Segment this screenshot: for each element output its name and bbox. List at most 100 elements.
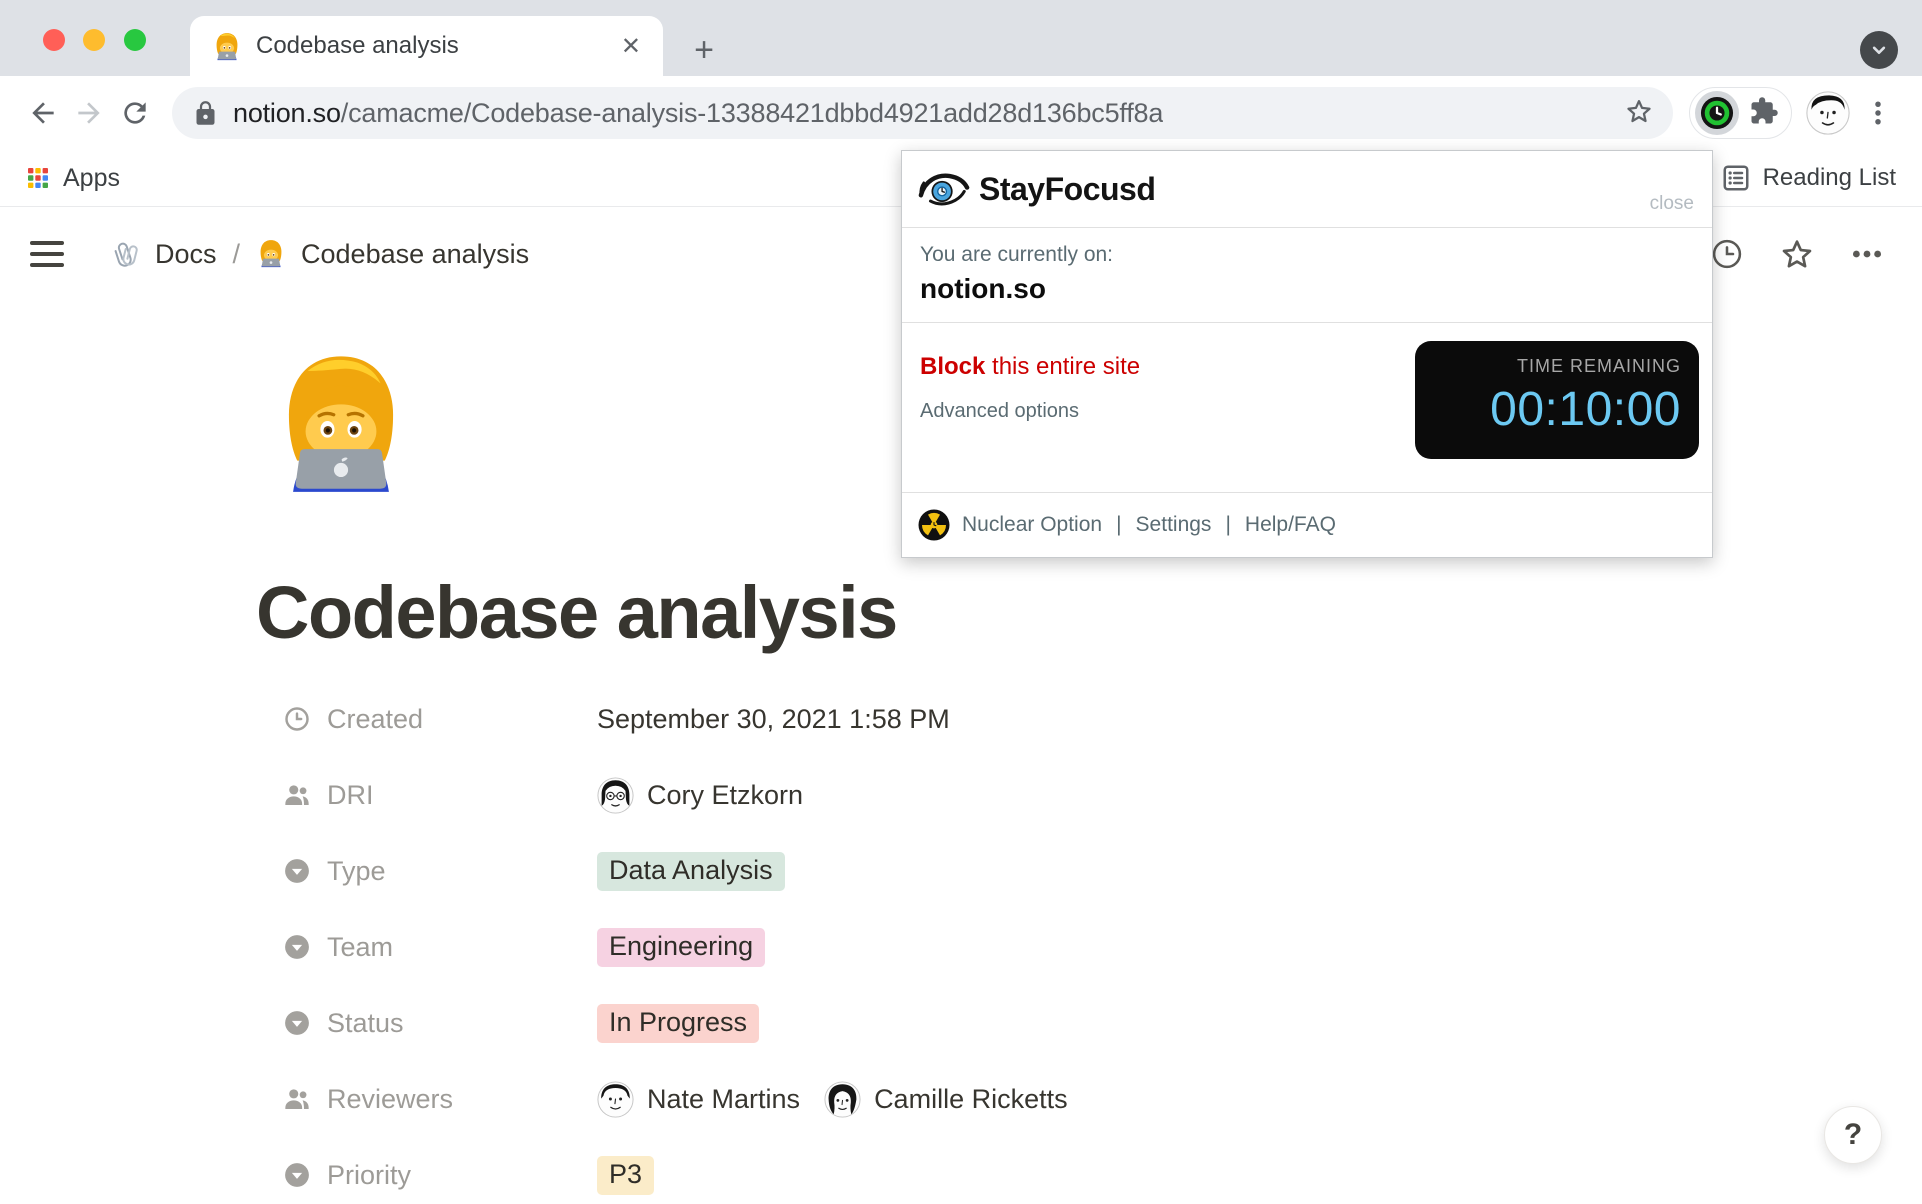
page-icon-woman-technologist[interactable] bbox=[266, 346, 416, 496]
nuclear-option-icon bbox=[918, 509, 950, 541]
person-name: Cory Etzkorn bbox=[647, 780, 803, 811]
apps-grid-icon bbox=[26, 166, 50, 190]
woman-technologist-icon bbox=[256, 238, 288, 270]
tag-engineering: Engineering bbox=[597, 928, 765, 967]
apps-shortcut[interactable]: Apps bbox=[26, 164, 120, 193]
select-icon bbox=[283, 857, 311, 885]
favorite-page-button[interactable] bbox=[1776, 233, 1818, 275]
help-faq-link[interactable]: Help/FAQ bbox=[1245, 513, 1336, 537]
block-section: Block this entire site Advanced options … bbox=[902, 323, 1712, 492]
reading-list-icon bbox=[1721, 163, 1751, 193]
browser-tab[interactable]: Codebase analysis ✕ bbox=[190, 16, 663, 76]
person-icon bbox=[283, 781, 311, 809]
property-row-team[interactable]: Team Engineering bbox=[283, 909, 1922, 985]
footer-separator: | bbox=[1225, 513, 1230, 537]
browser-menu-button[interactable] bbox=[1858, 90, 1898, 136]
new-tab-button[interactable]: + bbox=[684, 30, 724, 70]
time-remaining-label: TIME REMAINING bbox=[1433, 356, 1681, 377]
property-value[interactable]: Engineering bbox=[597, 928, 765, 967]
property-row-reviewers[interactable]: Reviewers Nate Martins bbox=[283, 1061, 1922, 1137]
property-value[interactable]: In Progress bbox=[597, 1004, 759, 1043]
popup-header: StayFocusd close bbox=[902, 151, 1712, 227]
property-row-status[interactable]: Status In Progress bbox=[283, 985, 1922, 1061]
tag-in-progress: In Progress bbox=[597, 1004, 759, 1043]
macos-minimize-button[interactable] bbox=[83, 29, 105, 51]
avatar-nate-martins bbox=[597, 1081, 634, 1118]
properties-list: Created September 30, 2021 1:58 PM DRI bbox=[283, 681, 1922, 1204]
property-row-dri[interactable]: DRI Cory Etzkorn bbox=[283, 757, 1922, 833]
select-icon bbox=[283, 933, 311, 961]
url-domain: notion.so bbox=[233, 98, 341, 128]
property-label: Priority bbox=[327, 1160, 597, 1191]
reload-icon bbox=[119, 97, 151, 129]
settings-link[interactable]: Settings bbox=[1136, 513, 1212, 537]
currently-on-label: You are currently on: bbox=[920, 243, 1694, 267]
property-label: Created bbox=[327, 704, 597, 735]
popup-close-link[interactable]: close bbox=[1650, 193, 1694, 227]
macos-zoom-button[interactable] bbox=[124, 29, 146, 51]
tab-search-chevron-button[interactable] bbox=[1860, 31, 1898, 69]
popup-footer: Nuclear Option | Settings | Help/FAQ bbox=[902, 493, 1712, 557]
block-rest: this entire site bbox=[985, 353, 1140, 380]
sidebar-toggle-button[interactable] bbox=[30, 241, 64, 267]
time-remaining-box: TIME REMAINING 00:10:00 bbox=[1415, 341, 1699, 459]
address-bar[interactable]: notion.so/camacme/Codebase-analysis-1338… bbox=[172, 87, 1673, 139]
macos-close-button[interactable] bbox=[43, 29, 65, 51]
avatar-camille-ricketts bbox=[824, 1081, 861, 1118]
kebab-menu-icon bbox=[1863, 98, 1893, 128]
lock-icon[interactable] bbox=[192, 100, 219, 127]
property-value[interactable]: Cory Etzkorn bbox=[597, 777, 803, 814]
nuclear-option-link[interactable]: Nuclear Option bbox=[962, 513, 1102, 537]
time-remaining-value: 00:10:00 bbox=[1433, 382, 1681, 437]
forward-button[interactable] bbox=[66, 90, 112, 136]
person-name: Camille Ricketts bbox=[874, 1084, 1068, 1115]
back-arrow-icon bbox=[27, 97, 59, 129]
star-icon bbox=[1623, 95, 1655, 127]
page-options-button[interactable] bbox=[1846, 233, 1888, 275]
meatball-menu-icon bbox=[1850, 237, 1884, 271]
profile-avatar-button[interactable] bbox=[1806, 91, 1850, 135]
avatar-cory-etzkorn bbox=[597, 777, 634, 814]
reading-list-button[interactable]: Reading List bbox=[1721, 163, 1896, 193]
property-label: Reviewers bbox=[327, 1084, 597, 1115]
select-icon bbox=[283, 1009, 311, 1037]
breadcrumb: Docs / Codebase analysis bbox=[110, 238, 529, 270]
page-title[interactable]: Codebase analysis bbox=[256, 574, 1922, 652]
apps-label: Apps bbox=[63, 164, 120, 193]
notion-topbar-actions bbox=[1706, 233, 1888, 275]
select-icon bbox=[283, 1161, 311, 1189]
help-button[interactable]: ? bbox=[1824, 1106, 1882, 1164]
bookmark-star-button[interactable] bbox=[1623, 95, 1655, 132]
star-outline-icon bbox=[1778, 235, 1816, 273]
property-row-created[interactable]: Created September 30, 2021 1:58 PM bbox=[283, 681, 1922, 757]
current-site-name: notion.so bbox=[920, 273, 1694, 305]
tab-close-icon[interactable]: ✕ bbox=[617, 30, 645, 63]
property-value[interactable]: P3 bbox=[597, 1156, 654, 1195]
eye-clock-logo-icon bbox=[918, 171, 970, 208]
stayfocusd-logo: StayFocusd bbox=[918, 171, 1155, 208]
reload-button[interactable] bbox=[112, 90, 158, 136]
block-word: Block bbox=[920, 353, 985, 380]
people-icon bbox=[283, 1085, 311, 1113]
property-value[interactable]: September 30, 2021 1:58 PM bbox=[597, 704, 950, 735]
tag-p3: P3 bbox=[597, 1156, 654, 1195]
extensions-puzzle-button[interactable] bbox=[1749, 96, 1779, 131]
forward-arrow-icon bbox=[73, 97, 105, 129]
breadcrumb-page[interactable]: Codebase analysis bbox=[301, 239, 529, 270]
url-text: notion.so/camacme/Codebase-analysis-1338… bbox=[233, 98, 1163, 129]
clock-icon bbox=[1709, 236, 1745, 272]
stayfocusd-extension-button[interactable] bbox=[1695, 91, 1739, 135]
property-row-type[interactable]: Type Data Analysis bbox=[283, 833, 1922, 909]
property-value[interactable]: Nate Martins Camille Ricketts bbox=[597, 1081, 1068, 1118]
footer-separator: | bbox=[1116, 513, 1121, 537]
person-chip: Cory Etzkorn bbox=[597, 777, 803, 814]
property-value[interactable]: Data Analysis bbox=[597, 852, 785, 891]
breadcrumb-docs[interactable]: Docs bbox=[155, 239, 217, 270]
brand-name: StayFocusd bbox=[979, 171, 1155, 208]
property-row-priority[interactable]: Priority P3 bbox=[283, 1137, 1922, 1204]
property-label: DRI bbox=[327, 780, 597, 811]
back-button[interactable] bbox=[20, 90, 66, 136]
person-chip: Camille Ricketts bbox=[824, 1081, 1068, 1118]
tag-data-analysis: Data Analysis bbox=[597, 852, 785, 891]
property-label: Status bbox=[327, 1008, 597, 1039]
